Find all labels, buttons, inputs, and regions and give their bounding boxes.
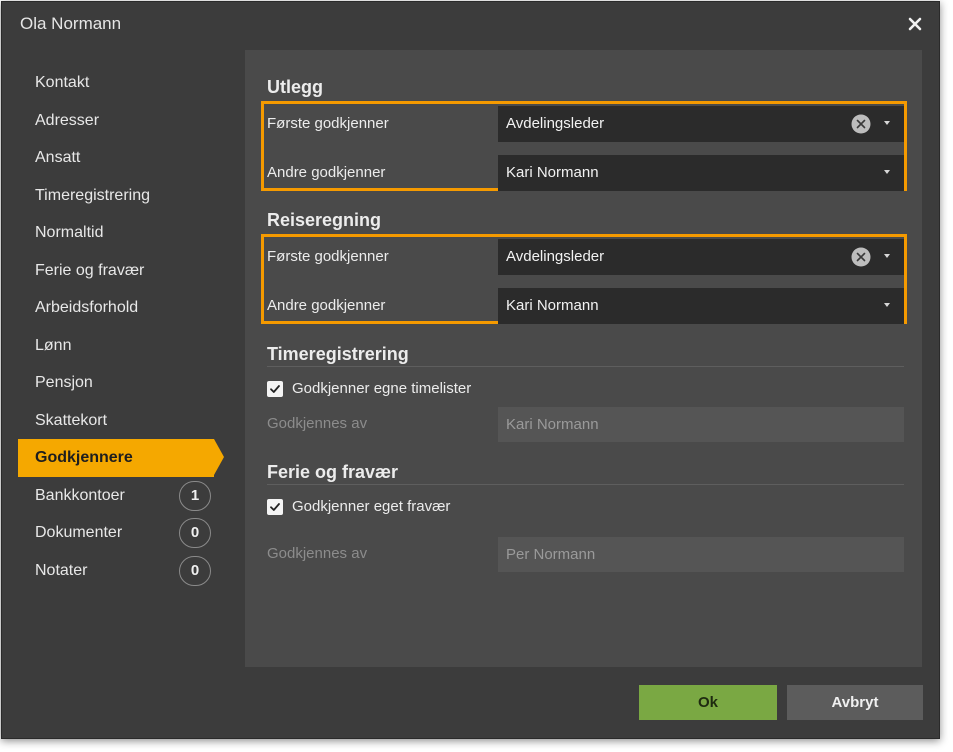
checkbox[interactable] <box>267 499 283 515</box>
select-value: Kari Normann <box>506 297 599 314</box>
sidebar-item-skattekort[interactable]: Skattekort <box>18 402 228 440</box>
section-title-timeregistrering: Timeregistrering <box>267 344 409 364</box>
count-badge: 0 <box>179 518 211 548</box>
sidebar-item-label: Adresser <box>35 111 100 129</box>
chevron-down-icon[interactable] <box>884 254 890 258</box>
clear-icon[interactable] <box>851 114 871 134</box>
sidebar-item-label: Bankkontoer <box>35 486 125 504</box>
section-title-ferie-og-fravaer: Ferie og fravær <box>267 462 399 482</box>
checkbox-label: Godkjenner eget fravær <box>292 498 451 515</box>
utlegg-second-approver-label: Andre godkjenner <box>267 164 386 181</box>
sidebar-item-label: Timeregistrering <box>35 186 150 204</box>
clear-icon[interactable] <box>851 247 871 267</box>
section-divider <box>267 484 904 485</box>
sidebar-item-godkjennere[interactable]: Godkjennere <box>18 439 224 477</box>
sidebar-item-label: Pensjon <box>35 374 93 391</box>
cancel-button[interactable]: Avbryt <box>787 685 923 720</box>
sidebar-item-arbeidsforhold[interactable]: Arbeidsforhold <box>18 289 228 327</box>
reiseregning-second-approver-select[interactable]: Kari Normann <box>498 288 904 324</box>
sidebar-item-label: Skattekort <box>35 411 108 429</box>
dialog-title: Ola Normann <box>20 14 122 33</box>
sidebar-item-pensjon[interactable]: Pensjon <box>18 364 228 402</box>
chevron-down-icon[interactable] <box>884 303 890 307</box>
sidebar-item-normaltid[interactable]: Normaltid <box>18 214 228 252</box>
timeregistrering-approved-by-label: Godkjennes av <box>267 415 368 432</box>
sidebar-item-bankkontoer[interactable]: Bankkontoer 1 <box>18 477 228 515</box>
section-divider <box>267 366 904 367</box>
timeregistrering-approved-by-field: Kari Normann <box>498 407 904 442</box>
sidebar-item-label: Ferie og fravær <box>35 261 145 279</box>
checkmark-icon <box>270 503 280 511</box>
utlegg-first-approver-label: Første godkjenner <box>267 115 389 132</box>
approvers-dialog: Ola Normann Kontakt Adresser Ansatt Time… <box>1 1 940 739</box>
checkbox[interactable] <box>267 381 283 397</box>
sidebar-item-timeregistrering[interactable]: Timeregistrering <box>18 177 228 215</box>
reiseregning-first-approver-select[interactable]: Avdelingsleder <box>498 239 904 275</box>
sidebar-item-ansatt[interactable]: Ansatt <box>18 139 228 177</box>
ok-button[interactable]: Ok <box>639 685 777 720</box>
sidebar-item-label: Kontakt <box>35 74 90 91</box>
chevron-down-icon[interactable] <box>884 121 890 125</box>
sidebar-item-ferie-og-fravaer[interactable]: Ferie og fravær <box>18 252 228 290</box>
chevron-down-icon[interactable] <box>884 170 890 174</box>
sidebar-item-label: Dokumenter <box>35 524 123 541</box>
select-value: Avdelingsleder <box>506 115 605 132</box>
sidebar-item-label: Normaltid <box>35 224 104 241</box>
select-value: Avdelingsleder <box>506 248 605 265</box>
sidebar-nav: Kontakt Adresser Ansatt Timeregistrering… <box>18 64 228 589</box>
sidebar-item-notater[interactable]: Notater 0 <box>18 552 228 590</box>
close-icon[interactable] <box>905 14 925 34</box>
section-title-utlegg: Utlegg <box>267 77 323 97</box>
checkbox-label: Godkjenner egne timelister <box>292 380 472 397</box>
sidebar-item-label: Notater <box>35 561 88 579</box>
dialog-titlebar: Ola Normann <box>2 2 939 46</box>
section-title-reiseregning: Reiseregning <box>267 210 382 230</box>
sidebar-item-adresser[interactable]: Adresser <box>18 102 228 140</box>
ferie-approved-by-label: Godkjennes av <box>267 545 368 562</box>
ferie-approved-by-field: Per Normann <box>498 537 904 572</box>
sidebar-item-lonn[interactable]: Lønn <box>18 327 228 365</box>
utlegg-first-approver-select[interactable]: Avdelingsleder <box>498 106 904 142</box>
sidebar-item-dokumenter[interactable]: Dokumenter 0 <box>18 514 228 552</box>
reiseregning-second-approver-label: Andre godkjenner <box>267 297 386 314</box>
sidebar-item-label: Lønn <box>35 336 72 354</box>
sidebar-item-label: Godkjennere <box>35 449 133 466</box>
sidebar-item-kontakt[interactable]: Kontakt <box>18 64 228 102</box>
sidebar-item-label: Ansatt <box>35 149 81 166</box>
count-badge: 1 <box>179 480 211 511</box>
checkmark-icon <box>270 385 280 393</box>
count-badge: 0 <box>179 555 211 586</box>
utlegg-second-approver-select[interactable]: Kari Normann <box>498 155 904 191</box>
sidebar-item-label: Arbeidsforhold <box>35 299 139 316</box>
reiseregning-first-approver-label: Første godkjenner <box>267 248 389 265</box>
select-value: Kari Normann <box>506 164 599 181</box>
content-panel: Utlegg Første godkjenner Avdelingsleder … <box>245 50 922 667</box>
